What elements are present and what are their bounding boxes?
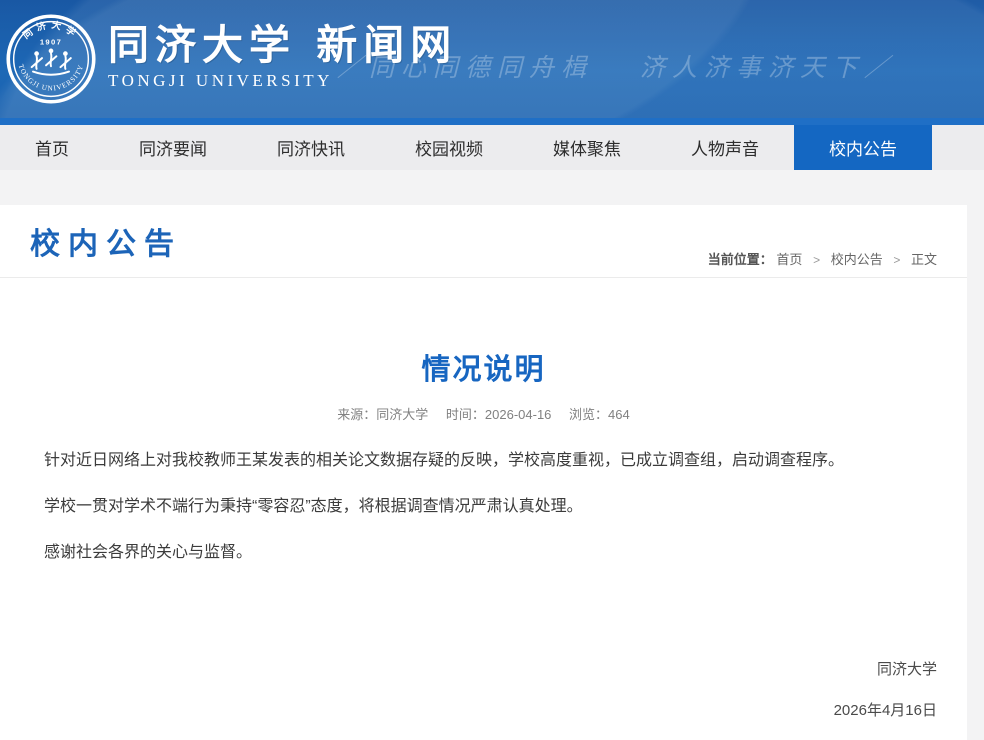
signature-date: 2026年4月16日 — [833, 702, 937, 719]
article-paragraph: 针对近日网络上对我校教师王某发表的相关论文数据存疑的反映，学校高度重视，已成立调… — [44, 452, 845, 469]
breadcrumb-current: 正文 — [910, 252, 937, 267]
spacer-band — [0, 170, 984, 205]
header-slogan: ／同心同德同舟楫 济人济事济天下／ — [337, 53, 896, 82]
nav-item-campus-video[interactable]: 校园视频 — [380, 125, 518, 170]
signature-name: 同济大学 — [876, 661, 937, 678]
nav-item-tongji-news[interactable]: 同济要闻 — [104, 125, 242, 170]
article-body: 针对近日网络上对我校教师王某发表的相关论文数据存疑的反映，学校高度重视，已成立调… — [44, 449, 923, 564]
breadcrumb-section-link[interactable]: 校内公告 — [831, 252, 883, 267]
header-accent-line — [0, 118, 984, 125]
nav-item-people-voice[interactable]: 人物声音 — [656, 125, 794, 170]
nav-item-media-focus[interactable]: 媒体聚焦 — [518, 125, 656, 170]
nav-item-campus-announcements[interactable]: 校内公告 — [794, 125, 932, 170]
article-title: 情况说明 — [421, 354, 546, 386]
main-nav: 首页 同济要闻 同济快讯 校园视频 媒体聚焦 人物声音 校内公告 — [0, 125, 984, 170]
breadcrumb: 当前位置： 首页 > 校内公告 > 正文 — [708, 249, 937, 268]
article-paragraph: 学校一贯对学术不端行为秉持“零容忍”态度，将根据调查情况严肃认真处理。 — [44, 498, 583, 515]
nav-item-home[interactable]: 首页 — [0, 125, 104, 170]
logo-rowers-glyph — [30, 48, 72, 76]
article-meta: 来源：同济大学 时间：2026-04-16 浏览：464 — [44, 404, 923, 423]
breadcrumb-label: 当前位置： — [707, 252, 773, 267]
logo-year-text: 1907 — [40, 38, 62, 47]
article-views: 浏览：464 — [569, 407, 630, 422]
nav-item-tongji-express[interactable]: 同济快讯 — [242, 125, 380, 170]
breadcrumb-separator: > — [893, 253, 901, 267]
site-header: 同济大学 1907 TONGJI UNIVERSITY 同济大学 新闻网 TON… — [0, 0, 984, 118]
breadcrumb-home-link[interactable]: 首页 — [776, 252, 802, 267]
breadcrumb-separator: > — [813, 253, 821, 267]
article-paragraph: 感谢社会各界的关心与监督。 — [44, 544, 253, 561]
section-header: 校内公告 当前位置： 首页 > 校内公告 > 正文 — [0, 205, 967, 278]
article-source: 来源：同济大学 — [337, 407, 429, 422]
article: 情况说明 来源：同济大学 时间：2026-04-16 浏览：464 针对近日网络… — [0, 350, 967, 564]
content-card: 校内公告 当前位置： 首页 > 校内公告 > 正文 情况说明 来源：同济大学 时… — [0, 205, 967, 740]
article-time: 时间：2026-04-16 — [445, 407, 552, 422]
tongji-seal-icon: 同济大学 1907 TONGJI UNIVERSITY — [6, 14, 96, 104]
article-signature: 同济大学 2026年4月16日 — [0, 660, 967, 721]
